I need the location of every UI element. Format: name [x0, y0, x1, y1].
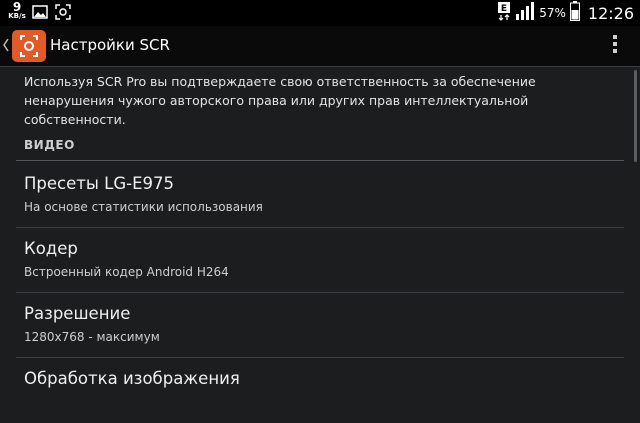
pref-divider [16, 357, 624, 358]
pref-resolution[interactable]: Разрешение 1280x768 - максимум [0, 294, 640, 358]
pref-summary: Встроенный кодер Android H264 [24, 265, 229, 279]
svg-text:E: E [501, 4, 507, 14]
pref-encoder[interactable]: Кодер Встроенный кодер Android H264 [0, 229, 640, 293]
action-bar: Настройки SCR [0, 26, 640, 66]
section-header-video: ВИДЕО [24, 138, 75, 152]
screen-recorder-icon [55, 4, 71, 24]
pref-summary: 1280x768 - максимум [24, 330, 160, 344]
pref-title: Кодер [24, 239, 78, 258]
pref-title: Обработка изображения [24, 369, 240, 388]
scrollbar[interactable] [634, 70, 637, 162]
pref-image-processing[interactable]: Обработка изображения [0, 359, 640, 423]
network-speed: 9 KB/s [6, 1, 28, 20]
clock: 12:26 [587, 3, 634, 23]
pref-title: Пресеты LG-E975 [24, 174, 174, 193]
pref-summary: На основе статистики использования [24, 200, 263, 214]
battery-percent: 57% [539, 6, 566, 20]
pref-divider [16, 227, 624, 228]
copyright-notice: Используя SCR Pro вы подтверждаете свою … [24, 74, 536, 127]
section-divider [16, 160, 624, 161]
signal-icon [515, 2, 535, 24]
action-bar-divider [0, 66, 640, 67]
scr-app-icon[interactable] [12, 30, 46, 62]
battery-icon [569, 1, 580, 25]
screen-title: Настройки SCR [50, 36, 170, 54]
status-bar: 9 KB/s E 57% 12:26 [0, 0, 640, 26]
pref-presets[interactable]: Пресеты LG-E975 На основе статистики исп… [0, 164, 640, 228]
image-icon [32, 4, 48, 24]
up-navigation-icon[interactable] [2, 37, 10, 57]
pref-divider [16, 292, 624, 293]
data-e-icon: E [497, 1, 511, 25]
overflow-menu-icon[interactable] [612, 35, 618, 56]
network-speed-unit: KB/s [8, 12, 26, 20]
pref-title: Разрешение [24, 304, 131, 323]
